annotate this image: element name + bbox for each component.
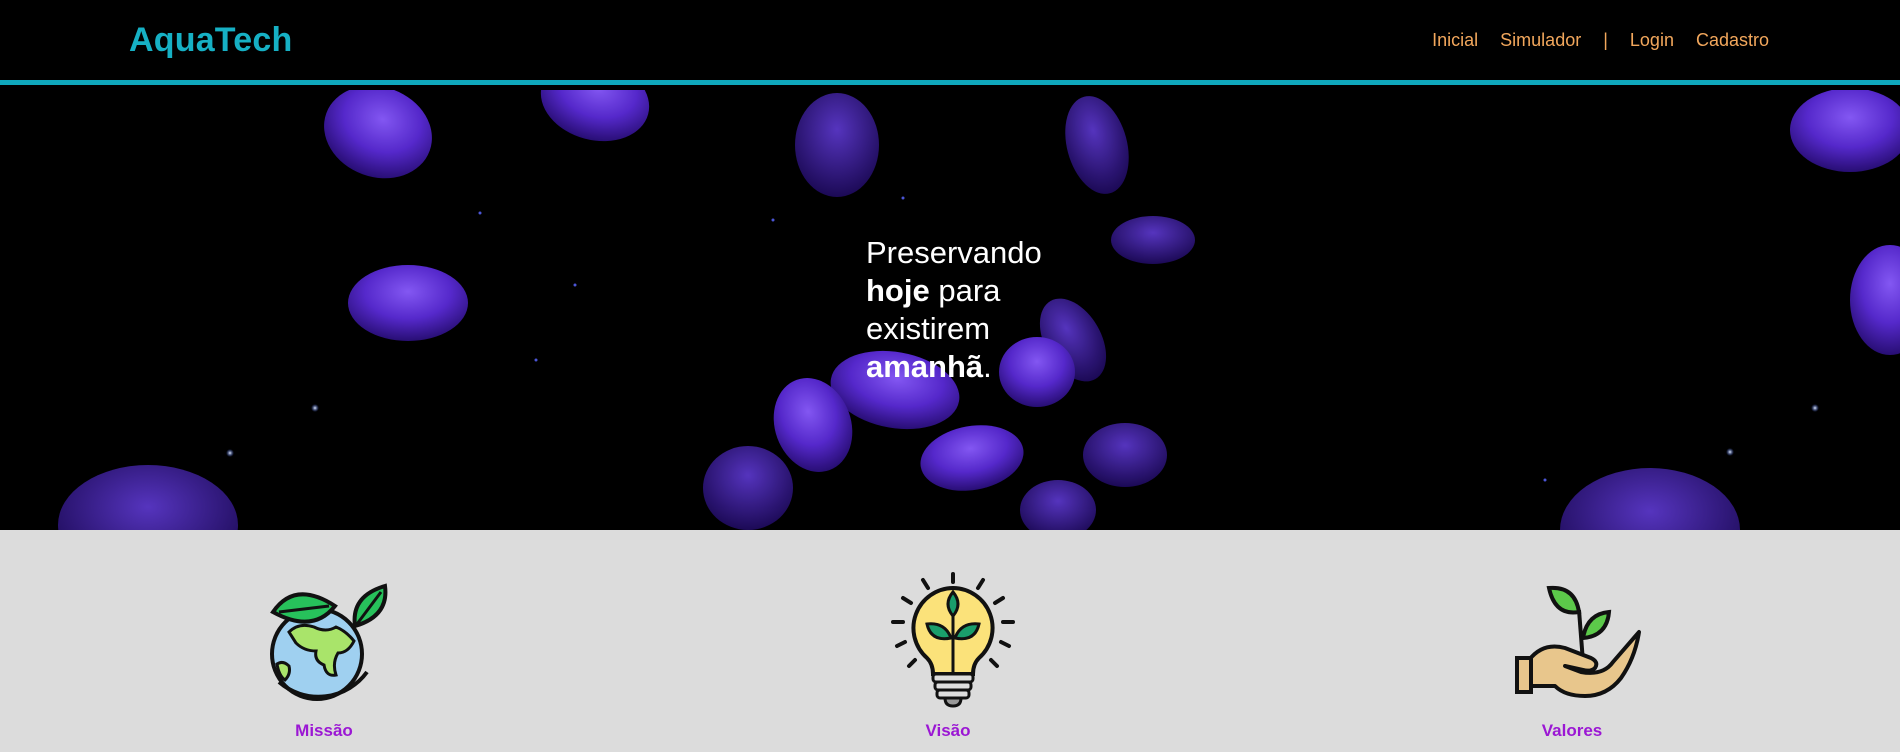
hand-sprout-icon <box>1515 585 1641 698</box>
lightbulb-plant-icon <box>891 572 1015 708</box>
nav-cadastro[interactable]: Cadastro <box>1696 30 1769 51</box>
tagline-line-2-rest: para <box>929 273 1001 308</box>
nav-login[interactable]: Login <box>1630 30 1674 51</box>
tagline-line-4-rest: . <box>983 349 992 384</box>
features-section: Missão Visão Valores <box>0 530 1900 752</box>
hero-banner: Preservando hoje para existirem amanhã. <box>0 90 1900 530</box>
site-logo[interactable]: AquaTech <box>129 21 292 60</box>
tagline-line-4: amanhã. <box>866 348 1096 386</box>
hero-tagline: Preservando hoje para existirem amanhã. <box>866 234 1096 386</box>
main-nav: Inicial Simulador | Login Cadastro <box>1432 30 1769 51</box>
tagline-emphasis-hoje: hoje <box>866 273 930 308</box>
nav-inicial[interactable]: Inicial <box>1432 30 1478 51</box>
tagline-line-3: existirem <box>866 311 991 346</box>
feature-missao-label: Missão <box>295 721 353 740</box>
nav-separator: | <box>1603 30 1608 50</box>
tagline-line-1: Preservando <box>866 235 1042 270</box>
site-header: AquaTech Inicial Simulador | Login Cadas… <box>0 0 1900 85</box>
feature-valores-label: Valores <box>1541 721 1603 740</box>
nav-simulador[interactable]: Simulador <box>1500 30 1581 51</box>
earth-leaf-icon <box>270 583 388 701</box>
tagline-line-2: hoje para <box>866 272 1096 310</box>
feature-visao-label: Visão <box>925 721 971 740</box>
tagline-emphasis-amanha: amanhã <box>866 349 984 384</box>
